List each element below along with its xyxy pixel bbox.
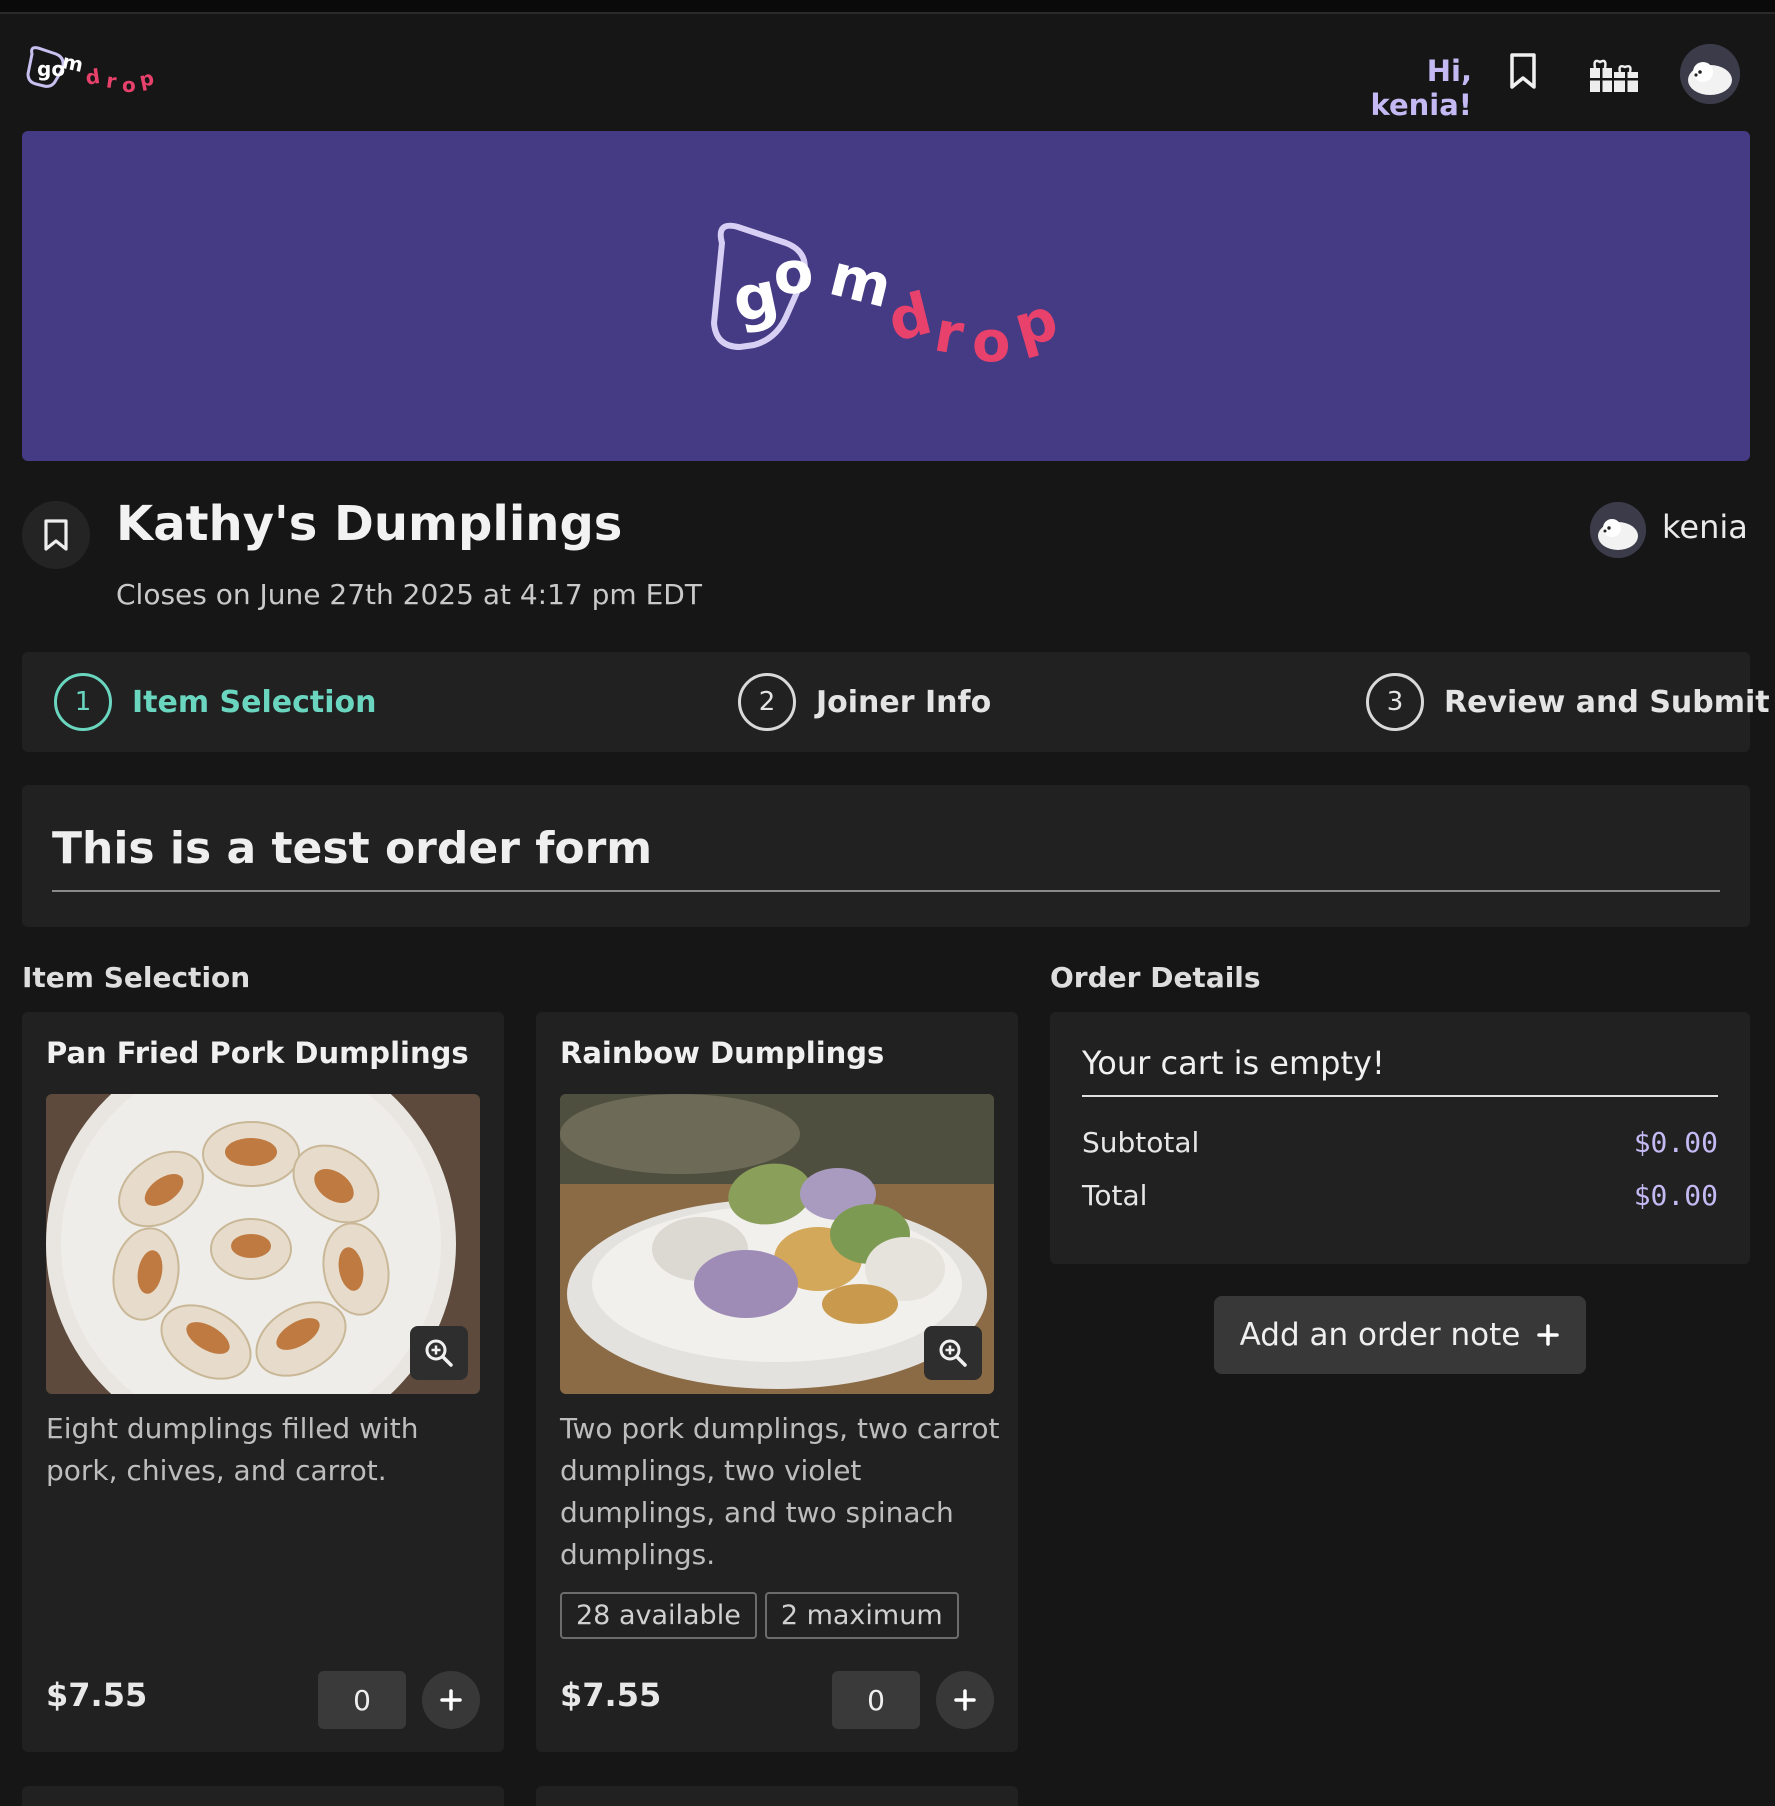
svg-text:r: r: [930, 299, 969, 368]
item-name: Rainbow Dumplings: [560, 1036, 885, 1070]
divider: [1082, 1095, 1718, 1097]
increase-quantity-button[interactable]: [422, 1671, 480, 1729]
svg-text:p: p: [137, 66, 156, 92]
step-number: 3: [1366, 673, 1424, 731]
order-summary: Your cart is empty! Subtotal $0.00 Total…: [1050, 1012, 1750, 1264]
total-value: $0.00: [1633, 1179, 1718, 1212]
step-review-submit[interactable]: 3 Review and Submit: [1366, 672, 1770, 732]
top-header: go m d r o p Hi, kenia!: [0, 14, 1775, 130]
quantity-input[interactable]: [832, 1671, 920, 1729]
bookmark-icon: [44, 519, 68, 551]
item-selection-heading: Item Selection: [22, 961, 251, 994]
user-avatar[interactable]: [1680, 44, 1740, 104]
subtotal-label: Subtotal: [1082, 1126, 1200, 1159]
shop-title: Kathy's Dumplings: [116, 496, 623, 552]
gifts-icon[interactable]: [1584, 48, 1644, 98]
item-card-next: [536, 1786, 1018, 1806]
add-order-note-button[interactable]: Add an order note: [1214, 1296, 1586, 1374]
svg-text:m: m: [60, 49, 85, 77]
increase-quantity-button[interactable]: [936, 1671, 994, 1729]
item-price: $7.55: [46, 1676, 148, 1714]
step-number: 1: [54, 673, 112, 731]
total-row: Total $0.00: [1082, 1179, 1718, 1212]
plus-icon: [1537, 1324, 1560, 1346]
step-number: 2: [738, 673, 796, 731]
window-top-strip: [0, 0, 1775, 14]
item-badges: 28 available 2 maximum: [560, 1592, 959, 1639]
plus-icon: [440, 1689, 462, 1711]
shop-banner: g o m d r o p: [22, 131, 1750, 461]
svg-text:o: o: [770, 237, 817, 309]
shop-bookmark-button[interactable]: [22, 501, 90, 569]
quantity-input[interactable]: [318, 1671, 406, 1729]
svg-text:o: o: [972, 310, 1010, 375]
subtotal-value: $0.00: [1633, 1126, 1718, 1159]
item-description: Two pork dumplings, two carrot dumplings…: [560, 1412, 1000, 1571]
zoom-in-icon: [939, 1339, 967, 1367]
item-card: Pan Fried Pork Dumplings Eight dumplings…: [22, 1012, 504, 1752]
step-item-selection[interactable]: 1 Item Selection: [54, 672, 377, 732]
svg-text:d: d: [881, 279, 938, 355]
item-card: Rainbow Dumplings Two pork dumplings, tw…: [536, 1012, 1018, 1752]
svg-text:p: p: [1006, 285, 1065, 362]
form-title: This is a test order form: [52, 823, 653, 874]
step-label: Joiner Info: [816, 684, 992, 720]
availability-badge: 28 available: [560, 1592, 757, 1639]
maximum-badge: 2 maximum: [764, 1592, 959, 1639]
zoom-image-button[interactable]: [924, 1326, 982, 1380]
gomdrop-logo[interactable]: go m d r o p: [22, 40, 172, 110]
owner-avatar: [1590, 502, 1646, 558]
item-photo-rainbow-dumplings: [560, 1094, 994, 1394]
svg-text:o: o: [122, 73, 136, 97]
item-card-next: [22, 1786, 504, 1806]
plus-icon: [954, 1689, 976, 1711]
svg-text:r: r: [105, 68, 118, 93]
zoom-in-icon: [425, 1339, 453, 1367]
checkout-steps: 1 Item Selection 2 Joiner Info 3 Review …: [22, 652, 1770, 752]
step-label: Review and Submit: [1444, 684, 1770, 720]
cart-empty-message: Your cart is empty!: [1082, 1044, 1385, 1082]
zoom-image-button[interactable]: [410, 1326, 468, 1380]
item-price: $7.55: [560, 1676, 662, 1714]
subtotal-row: Subtotal $0.00: [1082, 1126, 1718, 1159]
divider: [52, 890, 1720, 892]
item-description: Eight dumplings filled with pork, chives…: [46, 1412, 419, 1487]
banner-gomdrop-logo: g o m d r o p: [710, 222, 1065, 375]
form-title-panel: This is a test order form: [22, 785, 1750, 927]
step-joiner-info[interactable]: 2 Joiner Info: [738, 672, 991, 732]
owner-name: kenia: [1662, 508, 1748, 546]
item-name: Pan Fried Pork Dumplings: [46, 1036, 469, 1070]
item-photo-pan-fried-dumplings: [46, 1094, 480, 1394]
user-greeting: Hi, kenia!: [1370, 54, 1472, 122]
add-order-note-label: Add an order note: [1239, 1317, 1521, 1353]
bookmark-icon[interactable]: [1500, 48, 1546, 94]
svg-text:d: d: [84, 64, 102, 90]
order-details-heading: Order Details: [1050, 961, 1261, 994]
closing-time: Closes on June 27th 2025 at 4:17 pm EDT: [116, 578, 702, 611]
step-label: Item Selection: [132, 684, 377, 720]
total-label: Total: [1082, 1179, 1148, 1212]
